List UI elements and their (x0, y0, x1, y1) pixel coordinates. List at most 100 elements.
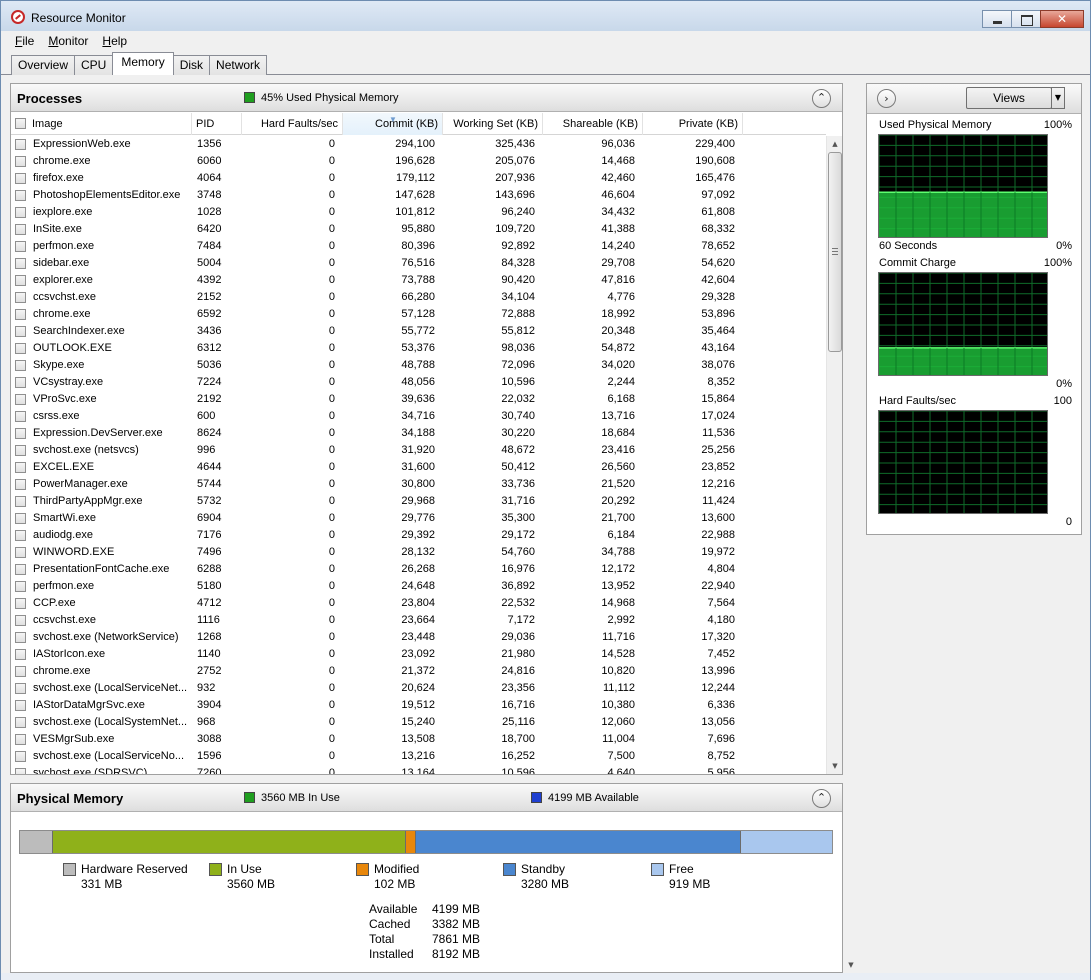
table-row[interactable]: ExpressionWeb.exe 1356 0 294,100 325,436 96,0… (11, 136, 826, 153)
row-checkbox[interactable] (15, 513, 26, 524)
row-checkbox[interactable] (15, 241, 26, 252)
row-checkbox[interactable] (15, 768, 26, 774)
row-checkbox[interactable] (15, 666, 26, 677)
row-checkbox[interactable] (15, 598, 26, 609)
row-checkbox[interactable] (15, 377, 26, 388)
select-all-checkbox[interactable] (15, 118, 26, 129)
row-checkbox[interactable] (15, 751, 26, 762)
tab-network[interactable]: Network (209, 55, 268, 75)
close-button[interactable] (1040, 10, 1084, 28)
table-row[interactable]: SmartWi.exe 6904 0 29,776 35,300 21,700 13,600 (11, 510, 826, 527)
table-row[interactable]: svchost.exe (LocalSystemNet... 968 0 15,240… (11, 714, 826, 731)
row-checkbox[interactable] (15, 479, 26, 490)
row-checkbox[interactable] (15, 411, 26, 422)
menu-help[interactable]: Help (102, 31, 127, 51)
table-row[interactable]: ThirdPartyAppMgr.exe 5732 0 29,968 31,716 20,… (11, 493, 826, 510)
tab-cpu[interactable]: CPU (74, 55, 114, 75)
column-private[interactable]: Private (KB) (643, 113, 743, 135)
process-scrollbar[interactable]: ▲ ▼ (826, 136, 842, 774)
table-row[interactable]: audiodg.exe 7176 0 29,392 29,172 6,184 22,988 (11, 527, 826, 544)
table-row[interactable]: chrome.exe 6592 0 57,128 72,888 18,992 53,896 (11, 306, 826, 323)
table-row[interactable]: svchost.exe (LocalServiceNo... 1596 0 13,21… (11, 748, 826, 765)
table-row[interactable]: svchost.exe (netsvcs) 996 0 31,920 48,672 23,… (11, 442, 826, 459)
table-row[interactable]: EXCEL.EXE 4644 0 31,600 50,412 26,560 23,852 (11, 459, 826, 476)
physical-memory-header[interactable]: Physical Memory 3560 MB In Use 4199 MB A… (11, 784, 842, 812)
row-checkbox[interactable] (15, 581, 26, 592)
column-pid[interactable]: PID (192, 113, 242, 135)
table-row[interactable]: sidebar.exe 5004 0 76,516 84,328 29,708 54,620 (11, 255, 826, 272)
table-row[interactable]: iexplore.exe 1028 0 101,812 96,240 34,432 61,8… (11, 204, 826, 221)
table-row[interactable]: Skype.exe 5036 0 48,788 72,096 34,020 38,076 (11, 357, 826, 374)
table-row[interactable]: chrome.exe 2752 0 21,372 24,816 10,820 13,996 (11, 663, 826, 680)
row-checkbox[interactable] (15, 700, 26, 711)
row-checkbox[interactable] (15, 292, 26, 303)
table-row[interactable]: PhotoshopElementsEditor.exe 3748 0 147,628 1… (11, 187, 826, 204)
table-row[interactable]: SearchIndexer.exe 3436 0 55,772 55,812 20,348… (11, 323, 826, 340)
table-row[interactable]: ccsvchst.exe 2152 0 66,280 34,104 4,776 29,328 (11, 289, 826, 306)
row-checkbox[interactable] (15, 428, 26, 439)
row-checkbox[interactable] (15, 683, 26, 694)
row-checkbox[interactable] (15, 394, 26, 405)
table-row[interactable]: explorer.exe 4392 0 73,788 90,420 47,816 42,60… (11, 272, 826, 289)
maximize-button[interactable] (1011, 10, 1041, 28)
table-row[interactable]: PresentationFontCache.exe 6288 0 26,268 16,9… (11, 561, 826, 578)
row-checkbox[interactable] (15, 547, 26, 558)
row-checkbox[interactable] (15, 496, 26, 507)
column-image[interactable]: Image (11, 113, 192, 135)
table-row[interactable]: perfmon.exe 5180 0 24,648 36,892 13,952 22,940 (11, 578, 826, 595)
column-shareable[interactable]: Shareable (KB) (543, 113, 643, 135)
row-checkbox[interactable] (15, 309, 26, 320)
menu-file[interactable]: File (15, 31, 34, 51)
table-row[interactable]: svchost.exe (SDRSVC) 7260 0 13,164 10,596 4,6… (11, 765, 826, 774)
table-row[interactable]: VESMgrSub.exe 3088 0 13,508 18,700 11,004 7,69… (11, 731, 826, 748)
table-row[interactable]: IAStorDataMgrSvc.exe 3904 0 19,512 16,716 10,… (11, 697, 826, 714)
processes-header[interactable]: Processes 45% Used Physical Memory ⌃ (11, 84, 842, 112)
table-row[interactable]: svchost.exe (LocalServiceNet... 932 0 20,62… (11, 680, 826, 697)
row-checkbox[interactable] (15, 207, 26, 218)
table-row[interactable]: chrome.exe 6060 0 196,628 205,076 14,468 190,6… (11, 153, 826, 170)
table-row[interactable]: firefox.exe 4064 0 179,112 207,936 42,460 165,… (11, 170, 826, 187)
row-checkbox[interactable] (15, 173, 26, 184)
menu-monitor[interactable]: Monitor (48, 31, 88, 51)
collapse-processes-button[interactable]: ⌃ (812, 89, 831, 108)
row-checkbox[interactable] (15, 734, 26, 745)
hide-graph-panel-button[interactable]: › (877, 89, 896, 108)
row-checkbox[interactable] (15, 615, 26, 626)
row-checkbox[interactable] (15, 717, 26, 728)
row-checkbox[interactable] (15, 258, 26, 269)
table-row[interactable]: InSite.exe 6420 0 95,880 109,720 41,388 68,332 (11, 221, 826, 238)
views-button[interactable]: Views (966, 87, 1052, 109)
table-row[interactable]: WINWORD.EXE 7496 0 28,132 54,760 34,788 19,972 (11, 544, 826, 561)
row-checkbox[interactable] (15, 530, 26, 541)
table-row[interactable]: svchost.exe (NetworkService) 1268 0 23,448 2… (11, 629, 826, 646)
row-checkbox[interactable] (15, 190, 26, 201)
table-row[interactable]: csrss.exe 600 0 34,716 30,740 13,716 17,024 (11, 408, 826, 425)
row-checkbox[interactable] (15, 360, 26, 371)
table-row[interactable]: IAStorIcon.exe 1140 0 23,092 21,980 14,528 7,4… (11, 646, 826, 663)
row-checkbox[interactable] (15, 564, 26, 575)
scroll-down-arrow-icon[interactable]: ▼ (827, 758, 842, 774)
minimize-button[interactable] (982, 10, 1012, 28)
row-checkbox[interactable] (15, 632, 26, 643)
tab-overview[interactable]: Overview (11, 55, 76, 75)
table-row[interactable]: Expression.DevServer.exe 8624 0 34,188 30,22… (11, 425, 826, 442)
views-dropdown-icon[interactable]: ▼ (1051, 87, 1065, 109)
column-hard-faults[interactable]: Hard Faults/sec (242, 113, 343, 135)
table-row[interactable]: ccsvchst.exe 1116 0 23,664 7,172 2,992 4,180 (11, 612, 826, 629)
row-checkbox[interactable] (15, 445, 26, 456)
main-scroll-down-icon[interactable]: ▼ (843, 957, 859, 973)
table-row[interactable]: PowerManager.exe 5744 0 30,800 33,736 21,520 1… (11, 476, 826, 493)
row-checkbox[interactable] (15, 343, 26, 354)
main-scrollbar[interactable]: ▼ (843, 83, 860, 973)
row-checkbox[interactable] (15, 156, 26, 167)
row-checkbox[interactable] (15, 139, 26, 150)
row-checkbox[interactable] (15, 462, 26, 473)
scroll-up-arrow-icon[interactable]: ▲ (827, 136, 842, 152)
table-row[interactable]: perfmon.exe 7484 0 80,396 92,892 14,240 78,652 (11, 238, 826, 255)
tab-memory[interactable]: Memory (112, 52, 174, 75)
table-row[interactable]: CCP.exe 4712 0 23,804 22,532 14,968 7,564 (11, 595, 826, 612)
row-checkbox[interactable] (15, 275, 26, 286)
column-working-set[interactable]: Working Set (KB) (443, 113, 543, 135)
scroll-thumb[interactable] (828, 152, 842, 352)
table-row[interactable]: VProSvc.exe 2192 0 39,636 22,032 6,168 15,864 (11, 391, 826, 408)
